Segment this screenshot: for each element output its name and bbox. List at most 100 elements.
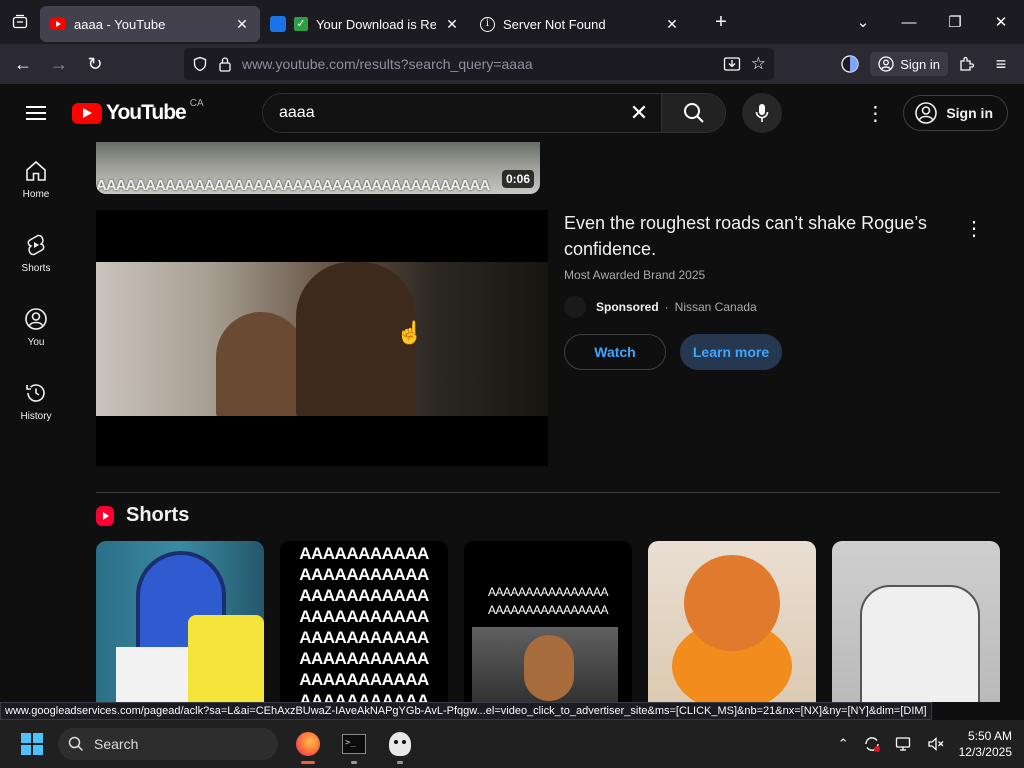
thumbnail-cat: [684, 555, 780, 651]
firefox-signin-label: Sign in: [900, 56, 940, 72]
search-button[interactable]: [661, 94, 725, 132]
tab-list-button[interactable]: [0, 0, 40, 44]
volume-muted-icon[interactable]: [927, 736, 945, 752]
link-status-bar: www.googleadservices.com/pagead/aclk?sa=…: [0, 702, 932, 720]
bookmark-star-icon[interactable]: ☆: [751, 54, 766, 74]
short-thumbnail-meme[interactable]: AAAAAAAAAAAAAAAA AAAAAAAAAAAAAAAA: [464, 541, 632, 702]
lock-icon[interactable]: [218, 56, 232, 72]
sidebar-item-shorts[interactable]: Shorts: [0, 216, 72, 290]
windows-taskbar: Search >_ ⌃ 5:50 AM 12/3/2025: [0, 720, 1024, 768]
ad-title[interactable]: Even the roughest roads can’t shake Rogu…: [564, 210, 944, 262]
download-to-page-icon[interactable]: [723, 56, 741, 72]
list-all-tabs-chevron-icon[interactable]: ⌄: [840, 13, 886, 31]
firefox-account-button[interactable]: Sign in: [870, 52, 948, 76]
home-icon: [26, 160, 46, 181]
previous-video-thumbnail[interactable]: AAAAAAAAAAAAAAAAAAAAAAAAAAAAAAAAAAAAAAAA…: [96, 142, 540, 194]
short-thumbnail-text[interactable]: AAAAAAAAAAA AAAAAAAAAAA AAAAAAAAAAA AAAA…: [280, 541, 448, 702]
taskbar-search-box[interactable]: Search: [58, 728, 278, 760]
youtube-logo[interactable]: YouTube CA: [72, 98, 262, 125]
back-button[interactable]: ←: [8, 49, 38, 79]
shield-icon[interactable]: [192, 56, 208, 72]
show-hidden-icons-chevron-icon[interactable]: ⌃: [838, 736, 849, 752]
shorts-heading: Shorts: [126, 504, 190, 526]
running-indicator: [397, 761, 403, 764]
taskbar-terminal[interactable]: >_: [332, 722, 376, 766]
close-tab-icon[interactable]: ✕: [664, 16, 680, 33]
learn-more-button[interactable]: Learn more: [680, 334, 782, 370]
microphone-icon: [755, 104, 769, 122]
close-tab-icon[interactable]: ✕: [234, 16, 250, 33]
network-icon[interactable]: [895, 736, 913, 752]
ad-menu-kebab-icon[interactable]: ⋮: [964, 216, 984, 241]
search-input[interactable]: aaaa: [263, 94, 617, 132]
taskbar-firefox[interactable]: [286, 722, 330, 766]
clear-search-button[interactable]: ✕: [617, 94, 661, 132]
forward-button[interactable]: →: [44, 49, 74, 79]
short-thumbnail-spongebob[interactable]: [96, 541, 264, 702]
thumbnail-image: [472, 627, 618, 702]
sidebar-item-label: You: [27, 336, 45, 348]
check-icon: ✓: [294, 17, 308, 31]
taskbar-clock[interactable]: 5:50 AM 12/3/2025: [959, 728, 1012, 760]
shorts-icon: [27, 234, 45, 255]
close-tab-icon[interactable]: ✕: [444, 16, 460, 33]
tab-server-not-found[interactable]: i Server Not Found ✕: [470, 6, 690, 42]
sync-icon[interactable]: [863, 735, 881, 753]
short-overlay-text: AAAAAAAAAAAAAAAA AAAAAAAAAAAAAAAA: [487, 585, 609, 617]
clock-time: 5:50 AM: [967, 729, 1012, 743]
hamburger-icon: [26, 106, 46, 120]
reload-button[interactable]: ↻: [80, 49, 110, 79]
thumbnail-foot-drawing: [860, 585, 980, 702]
section-divider: [96, 492, 1000, 493]
short-overlay-text: AAAAAAAAAAA AAAAAAAAAAA AAAAAAAAAAA AAAA…: [299, 544, 429, 702]
sidebar-item-home[interactable]: Home: [0, 142, 72, 216]
tab-list-icon: [12, 14, 28, 29]
search-box: aaaa ✕: [262, 93, 726, 133]
guide-menu-button[interactable]: [0, 105, 72, 121]
windows-logo-icon: [21, 733, 43, 755]
short-thumbnail-cat[interactable]: [648, 541, 816, 702]
ad-video-frame: [96, 262, 548, 416]
user-icon: [25, 307, 47, 330]
youtube-signin-button[interactable]: Sign in: [903, 95, 1008, 131]
tab-youtube[interactable]: aaaa - YouTube ✕: [40, 6, 260, 42]
system-tray: ⌃ 5:50 AM 12/3/2025: [838, 728, 1012, 760]
settings-kebab-icon[interactable]: ⋮: [863, 101, 887, 126]
sidebar-item-history[interactable]: History: [0, 364, 72, 438]
ad-details: Even the roughest roads can’t shake Rogu…: [564, 210, 1004, 370]
close-window-button[interactable]: ✕: [978, 13, 1024, 31]
watch-button[interactable]: Watch: [564, 334, 666, 370]
url-host: www.youtube.com: [242, 56, 356, 72]
thumbnail-face: [524, 635, 574, 701]
taskbar-app-bot[interactable]: [378, 722, 422, 766]
thumbnail-pattern-text: AAAAAAAAAAAAAAAAAAAAAAAAAAAAAAAAAAAAAAAA: [96, 177, 490, 194]
ad-subtitle: Most Awarded Brand 2025: [564, 268, 706, 282]
tab-download[interactable]: ✓ Your Download is Ready ✕: [260, 6, 470, 42]
app-menu-button[interactable]: ≡: [986, 49, 1016, 79]
url-text[interactable]: www.youtube.com/results?search_query=aaa…: [242, 56, 713, 72]
video-duration-badge: 0:06: [501, 170, 534, 188]
address-bar[interactable]: www.youtube.com/results?search_query=aaa…: [184, 48, 774, 80]
youtube-favicon: [50, 18, 66, 30]
running-indicator: [301, 761, 315, 764]
extensions-puzzle-icon[interactable]: [958, 55, 976, 73]
user-circle-icon: [915, 102, 938, 124]
new-tab-button[interactable]: +: [706, 11, 736, 34]
sidebar-item-you[interactable]: You: [0, 290, 72, 364]
thumbnail-spongebob: [188, 615, 264, 702]
advertiser-name[interactable]: Nissan Canada: [675, 300, 757, 314]
voice-search-button[interactable]: [742, 93, 782, 133]
minimize-button[interactable]: —: [886, 14, 932, 31]
start-button[interactable]: [10, 720, 54, 768]
restore-button[interactable]: ❐: [932, 13, 978, 31]
download-site-favicon: [270, 16, 286, 32]
vpn-shield-icon[interactable]: [840, 54, 860, 74]
ad-video-player[interactable]: ☝: [96, 210, 548, 466]
advertiser-avatar[interactable]: [564, 296, 586, 318]
browser-tab-strip: aaaa - YouTube ✕ ✓ Your Download is Read…: [0, 0, 1024, 44]
sponsored-label: Sponsored: [596, 300, 659, 314]
ad-sponsor-line: Sponsored · Nissan Canada: [564, 296, 1004, 318]
short-thumbnail-foot[interactable]: [832, 541, 1000, 702]
search-icon: [68, 736, 84, 752]
tab-title: Server Not Found: [503, 16, 606, 32]
